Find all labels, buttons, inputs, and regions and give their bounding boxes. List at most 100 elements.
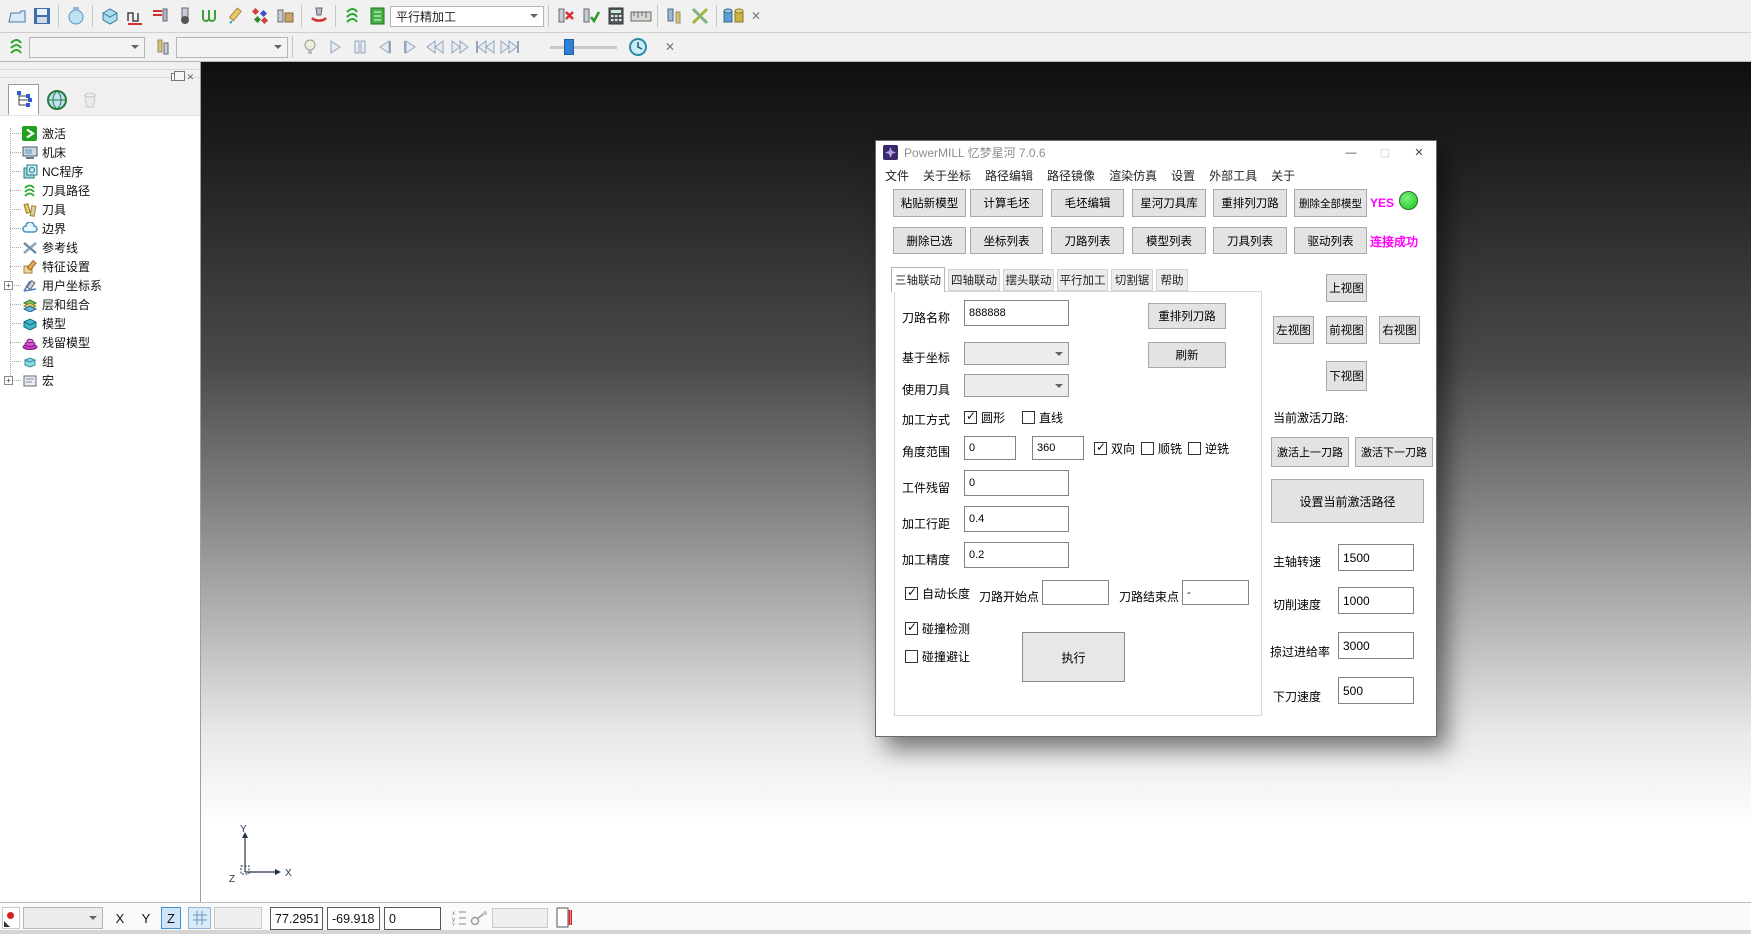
checkbox-icon[interactable] (905, 650, 918, 663)
toolpath-list-button[interactable]: 刀路列表 (1051, 227, 1124, 254)
tool-library-button[interactable]: 星河刀具库 (1132, 189, 1206, 217)
tool-holder-icon[interactable] (306, 4, 331, 29)
view-front-button[interactable]: 前视图 (1326, 316, 1367, 344)
probe-icon[interactable] (470, 910, 488, 926)
rearrange-toolpath-button[interactable]: 重排列刀路 (1213, 189, 1287, 217)
tree-item-patterns[interactable]: 参考线 (0, 238, 200, 257)
axis-x-button[interactable]: X (110, 907, 130, 929)
clipboard-doc-icon[interactable] (556, 907, 572, 929)
linear-checkbox[interactable]: 直线 (1022, 409, 1063, 426)
xyz-list-icon[interactable]: xyz (452, 910, 468, 926)
checkbox-icon[interactable] (1188, 442, 1201, 455)
angle-from-input[interactable] (964, 436, 1016, 460)
tool-list-button[interactable]: 刀具列表 (1213, 227, 1287, 254)
rearrange-button[interactable]: 重排列刀路 (1148, 303, 1226, 329)
panel-close-icon[interactable]: ✕ (185, 72, 196, 82)
view-bottom-button[interactable]: 下视图 (1326, 361, 1367, 391)
view-top-button[interactable]: 上视图 (1326, 274, 1367, 302)
menu-path-mirror[interactable]: 路径镜像 (1040, 164, 1102, 187)
menu-external-tools[interactable]: 外部工具 (1202, 164, 1264, 187)
sim-toolpath-combo[interactable] (29, 37, 145, 58)
checkbox-icon[interactable] (905, 622, 918, 635)
climb-mill-checkbox[interactable]: 顺铣 (1141, 440, 1182, 457)
tab-3axis[interactable]: 三轴联动 (891, 267, 945, 292)
tab-help[interactable]: 帮助 (1156, 269, 1188, 291)
tree-item-feature-sets[interactable]: 特征设置 (0, 257, 200, 276)
tree-item-macros[interactable]: +宏 (0, 371, 200, 390)
coord-z-field[interactable] (384, 907, 441, 930)
nc-cylinders-icon[interactable] (721, 4, 746, 29)
tree-item-workplanes[interactable]: +用户坐标系 (0, 276, 200, 295)
active-toolpath-icon[interactable] (340, 4, 365, 29)
tab-parallel[interactable]: 平行加工 (1057, 269, 1108, 291)
tab-recycle-bin[interactable] (74, 84, 105, 115)
delete-all-models-button[interactable]: 删除全部模型 (1294, 189, 1367, 217)
menu-coords[interactable]: 关于坐标 (916, 164, 978, 187)
expand-icon[interactable]: + (4, 281, 13, 290)
end-point-input[interactable] (1182, 580, 1249, 605)
menu-render-sim[interactable]: 渲染仿真 (1102, 164, 1164, 187)
step-back-icon[interactable] (372, 35, 397, 60)
strategy-combo[interactable]: 平行精加工 (390, 6, 544, 27)
menu-settings[interactable]: 设置 (1164, 164, 1202, 187)
edit-stock-button[interactable]: 毛坯编辑 (1051, 189, 1124, 217)
tab-web[interactable] (41, 84, 72, 115)
checkbox-icon[interactable] (1141, 442, 1154, 455)
circular-checkbox[interactable]: 圆形 (964, 409, 1005, 426)
tree-item-groups[interactable]: 组 (0, 352, 200, 371)
stepover-input[interactable] (964, 506, 1069, 532)
tree-item-activate[interactable]: 激活 (0, 124, 200, 143)
axis-z-button[interactable]: Z (161, 907, 181, 929)
delete-toolpath-icon[interactable] (553, 4, 578, 29)
ruler-icon[interactable] (628, 4, 653, 29)
coord-y-field[interactable] (327, 907, 380, 930)
checkbox-icon[interactable] (964, 411, 977, 424)
calculator-icon[interactable] (603, 4, 628, 29)
play-icon[interactable] (322, 35, 347, 60)
close-button[interactable]: ✕ (1402, 142, 1436, 164)
refresh-button[interactable]: 刷新 (1148, 342, 1226, 368)
go-start-icon[interactable] (472, 35, 497, 60)
open-project-icon[interactable] (4, 4, 29, 29)
checkbox-icon[interactable] (1022, 411, 1035, 424)
toolbar-close-icon[interactable]: ✕ (746, 6, 766, 26)
coord-x-field[interactable] (270, 907, 323, 930)
delete-selected-button[interactable]: 删除已选 (893, 227, 966, 254)
paste-model-button[interactable]: 粘贴新模型 (893, 189, 966, 217)
tab-swivel[interactable]: 摆头联动 (1003, 269, 1054, 291)
spindle-speed-input[interactable] (1338, 544, 1414, 571)
panel-gripper[interactable] (0, 62, 200, 70)
view-left-button[interactable]: 左视图 (1273, 316, 1314, 344)
statusbar-combo[interactable] (23, 907, 103, 929)
tree-item-nc-programs[interactable]: NC程序 (0, 162, 200, 181)
dialog-titlebar[interactable]: PowerMILL 忆梦星河 7.0.6 — ▢ ✕ (876, 141, 1436, 164)
axis-y-button[interactable]: Y (136, 907, 156, 929)
menu-path-edit[interactable]: 路径编辑 (978, 164, 1040, 187)
tab-saw[interactable]: 切割锯 (1111, 269, 1153, 291)
go-end-icon[interactable] (497, 35, 522, 60)
step-forward-icon[interactable] (397, 35, 422, 60)
sim-tool-combo[interactable] (176, 37, 288, 58)
use-tool-combo[interactable] (964, 374, 1069, 397)
minimize-button[interactable]: — (1334, 142, 1368, 164)
angle-to-input[interactable] (1032, 436, 1084, 460)
panel-gripper[interactable]: ✕ (0, 70, 200, 78)
pause-icon[interactable] (347, 35, 372, 60)
toolpath-name-input[interactable] (964, 300, 1069, 326)
stock-remain-input[interactable] (964, 470, 1069, 496)
tolerance-input[interactable] (964, 542, 1069, 568)
shaded-view-icon[interactable] (63, 4, 88, 29)
menu-file[interactable]: 文件 (878, 164, 916, 187)
calc-stock-button[interactable]: 计算毛坯 (970, 189, 1043, 217)
tree-item-boundaries[interactable]: 边界 (0, 219, 200, 238)
cutting-speed-input[interactable] (1338, 587, 1414, 614)
auto-length-checkbox[interactable]: 自动长度 (905, 585, 970, 602)
tree-item-machine[interactable]: 机床 (0, 143, 200, 162)
pencil-draw-icon[interactable] (222, 4, 247, 29)
tree-item-levels-sets[interactable]: 层和组合 (0, 295, 200, 314)
execute-button[interactable]: 执行 (1022, 632, 1125, 682)
bidirectional-checkbox[interactable]: 双向 (1094, 440, 1135, 457)
lightbulb-icon[interactable] (297, 35, 322, 60)
clock-icon[interactable] (625, 35, 650, 60)
verify-toolpath-icon[interactable] (578, 4, 603, 29)
